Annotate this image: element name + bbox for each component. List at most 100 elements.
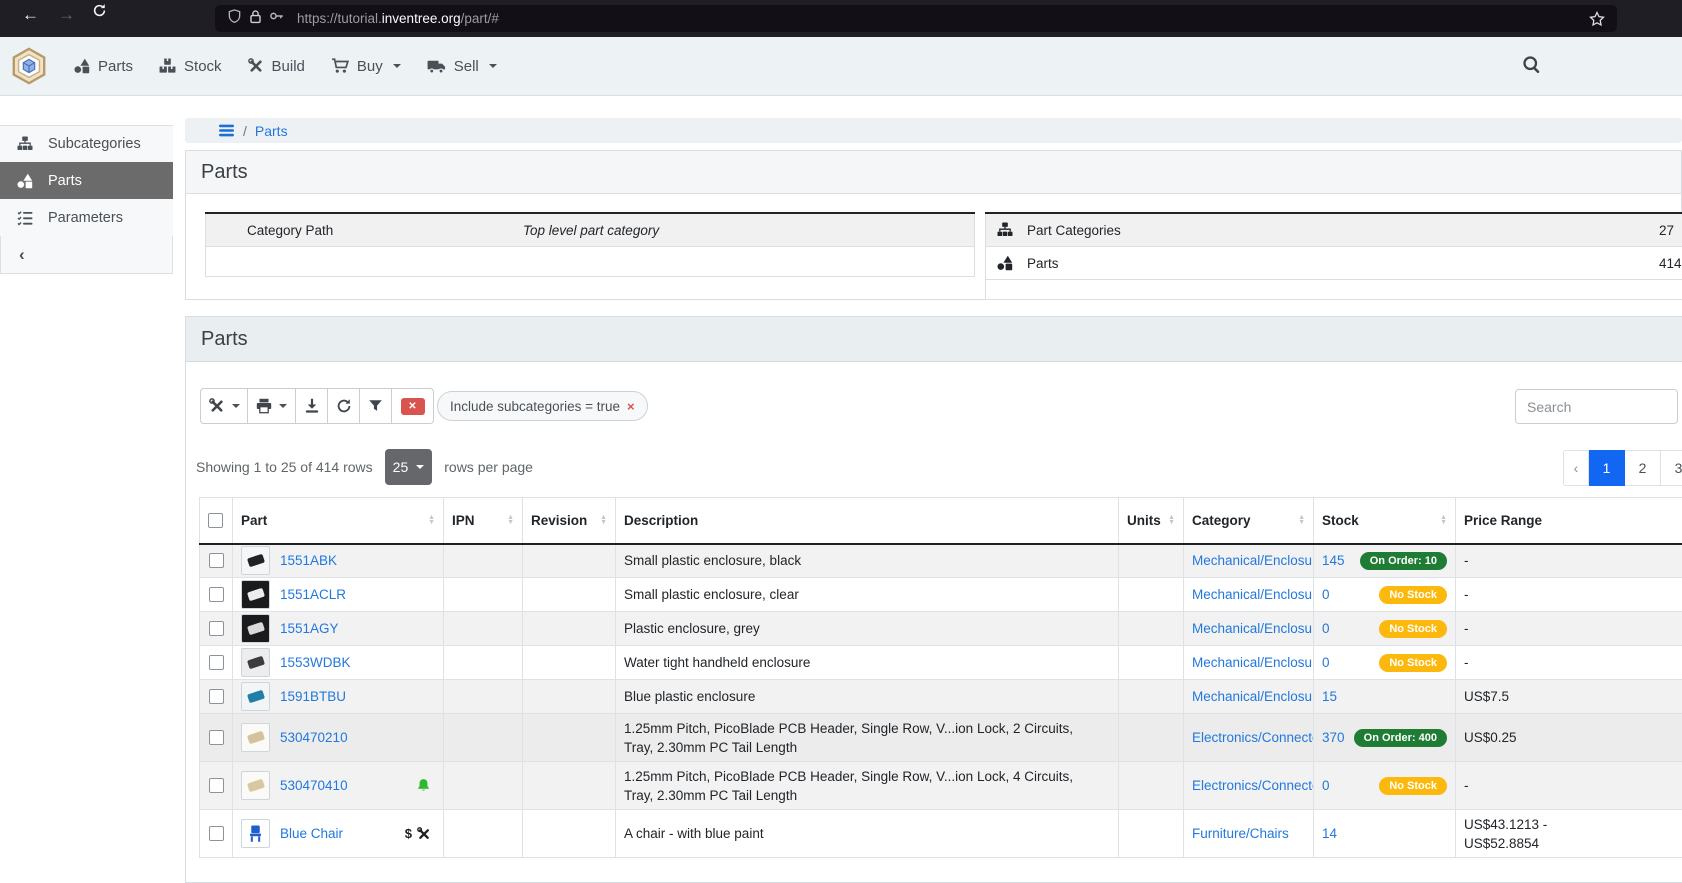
nav-item-parts[interactable]: Parts	[74, 58, 133, 75]
sort-arrows-icon[interactable]: ▲▼	[594, 515, 607, 525]
stock-link[interactable]: 370	[1322, 730, 1345, 745]
column-header-ipn[interactable]: IPN▲▼	[444, 498, 523, 544]
tools-menu-button[interactable]	[200, 388, 248, 424]
part-link[interactable]: 1591BTBU	[280, 689, 346, 704]
row-checkbox[interactable]	[209, 730, 224, 745]
shield-icon[interactable]	[227, 9, 242, 29]
units-cell	[1119, 680, 1184, 714]
filter-chip[interactable]: Include subcategories = true ×	[437, 391, 648, 421]
nav-item-stock[interactable]: Stock	[159, 58, 222, 75]
lock-icon[interactable]	[248, 9, 263, 29]
sort-arrows-icon[interactable]: ▲▼	[1162, 515, 1175, 525]
nav-item-build[interactable]: Build	[248, 58, 305, 75]
download-button[interactable]	[296, 388, 328, 424]
pagination-page-2[interactable]: 2	[1625, 450, 1661, 486]
column-header-description: Description	[616, 498, 1119, 544]
stock-link[interactable]: 0	[1322, 655, 1330, 670]
url-bar[interactable]: https://tutorial.inventree.org/part/#	[215, 5, 1617, 32]
sort-arrows-icon[interactable]: ▲▼	[422, 515, 435, 525]
download-icon	[304, 398, 320, 414]
category-link[interactable]: Mechanical/Enclosures	[1192, 689, 1314, 704]
column-header-units[interactable]: Units▲▼	[1119, 498, 1184, 544]
row-checkbox[interactable]	[209, 587, 224, 602]
row-checkbox[interactable]	[209, 553, 224, 568]
select-all-checkbox[interactable]	[208, 513, 223, 528]
part-thumbnail[interactable]	[241, 580, 270, 609]
search-input[interactable]	[1515, 389, 1678, 424]
search-icon[interactable]	[1522, 55, 1542, 80]
part-thumbnail[interactable]	[241, 648, 270, 677]
column-header-part[interactable]: Part▲▼	[233, 498, 444, 544]
dollar-icon: $	[405, 826, 412, 841]
stock-link[interactable]: 0	[1322, 778, 1330, 793]
sidebar-collapse-button[interactable]: ‹	[0, 236, 173, 274]
stock-link[interactable]: 0	[1322, 621, 1330, 636]
refresh-button[interactable]	[328, 388, 360, 424]
column-header-revision[interactable]: Revision▲▼	[523, 498, 616, 544]
part-link[interactable]: 1551ACLR	[280, 587, 346, 602]
nav-item-sell[interactable]: Sell	[427, 57, 497, 76]
row-checkbox[interactable]	[209, 621, 224, 636]
column-header-flex: Category▲▼	[1192, 513, 1305, 528]
pagination-prev[interactable]: ‹	[1563, 450, 1589, 486]
part-thumbnail[interactable]	[241, 723, 270, 752]
chair-icon	[248, 825, 263, 842]
category-link[interactable]: Electronics/Connectors	[1192, 730, 1314, 745]
category-cell: Electronics/Connectors	[1184, 762, 1314, 810]
category-link[interactable]: Mechanical/Enclosures	[1192, 655, 1314, 670]
nav-item-buy[interactable]: Buy	[331, 57, 401, 75]
stock-link[interactable]: 14	[1322, 826, 1337, 841]
pagination-page-3[interactable]: 3	[1661, 450, 1682, 486]
stock-link[interactable]: 15	[1322, 689, 1337, 704]
part-link[interactable]: 530470410	[280, 778, 348, 793]
column-header-stock[interactable]: Stock▲▼	[1314, 498, 1456, 544]
part-link[interactable]: 1551AGY	[280, 621, 339, 636]
part-thumbnail[interactable]	[241, 819, 270, 848]
stock-cell-flex: 0No Stock	[1322, 586, 1447, 604]
stock-link[interactable]: 145	[1322, 553, 1345, 568]
inventree-logo[interactable]	[10, 47, 48, 85]
part-link[interactable]: 1553WDBK	[280, 655, 351, 670]
part-link[interactable]: 530470210	[280, 730, 348, 745]
browser-forward-button[interactable]: →	[58, 5, 75, 25]
page-size-dropdown[interactable]: 25	[385, 449, 433, 485]
part-thumbnail[interactable]	[241, 682, 270, 711]
remove-filter-icon[interactable]: ×	[627, 399, 635, 414]
sort-arrows-icon[interactable]: ▲▼	[1292, 515, 1305, 525]
sidebar-item-parts[interactable]: Parts	[0, 162, 173, 199]
category-link[interactable]: Mechanical/Enclosures	[1192, 587, 1314, 602]
sort-arrows-icon[interactable]: ▲▼	[1434, 515, 1447, 525]
print-menu-button[interactable]	[248, 388, 296, 424]
browser-chrome: ← → https://tutorial.inventree.org/part/…	[0, 0, 1682, 37]
reload-icon	[92, 3, 107, 18]
hamburger-menu-icon[interactable]	[218, 122, 235, 139]
browser-back-button[interactable]: ←	[22, 5, 39, 25]
category-link[interactable]: Furniture/Chairs	[1192, 826, 1289, 841]
sort-arrows-icon[interactable]: ▲▼	[501, 515, 514, 525]
row-checkbox[interactable]	[209, 826, 224, 841]
row-checkbox[interactable]	[209, 778, 224, 793]
remove-filters-button[interactable]: ✕	[392, 388, 434, 424]
part-link[interactable]: Blue Chair	[280, 826, 343, 841]
part-thumbnail[interactable]	[241, 771, 270, 800]
row-checkbox[interactable]	[209, 689, 224, 704]
pagination-page-1[interactable]: 1	[1589, 450, 1625, 486]
stock-link[interactable]: 0	[1322, 587, 1330, 602]
browser-reload-button[interactable]	[92, 3, 107, 23]
row-checkbox[interactable]	[209, 655, 224, 670]
part-thumbnail[interactable]	[241, 546, 270, 575]
bell-icon	[416, 778, 431, 793]
category-link[interactable]: Mechanical/Enclosures	[1192, 553, 1314, 568]
column-header-category[interactable]: Category▲▼	[1184, 498, 1314, 544]
category-link[interactable]: Electronics/Connectors	[1192, 778, 1314, 793]
part-link[interactable]: 1551ABK	[280, 553, 337, 568]
key-icon[interactable]	[269, 8, 285, 29]
part-image-shape	[247, 588, 265, 602]
sidebar-item-parameters[interactable]: Parameters	[0, 199, 173, 236]
filter-button[interactable]	[360, 388, 392, 424]
category-link[interactable]: Mechanical/Enclosures	[1192, 621, 1314, 636]
sidebar-item-subcategories[interactable]: Subcategories	[0, 125, 173, 162]
breadcrumb-parts-link[interactable]: Parts	[255, 123, 288, 139]
bookmark-star-icon[interactable]	[1589, 11, 1605, 27]
part-thumbnail[interactable]	[241, 614, 270, 643]
